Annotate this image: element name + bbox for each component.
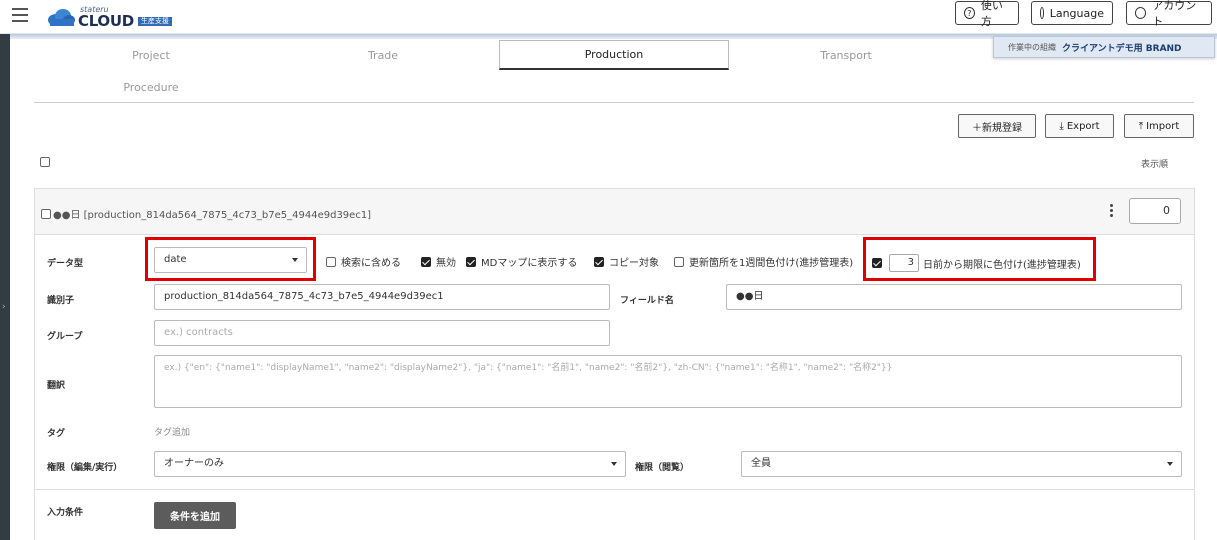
option-include-search[interactable]: 検索に含める: [326, 254, 401, 269]
chevron-right-icon[interactable]: ›: [2, 302, 6, 312]
include-search-label: 検索に含める: [341, 258, 401, 269]
import-button[interactable]: ⤒ Import: [1124, 114, 1194, 138]
logo-badge: 生産支援: [137, 16, 172, 26]
org-name: クライアントデモ用 BRAND: [1062, 43, 1182, 54]
logo-text: CLOUD: [78, 11, 134, 30]
account-label: アカウント: [1152, 0, 1197, 28]
sort-order-label: 表示順: [1141, 160, 1169, 170]
tab-production[interactable]: Production: [499, 40, 729, 70]
perm-view-value: 全員: [751, 458, 771, 469]
account-button[interactable]: アカウント: [1126, 0, 1212, 28]
current-organization: 作業中の組織 クライアントデモ用 BRAND: [993, 36, 1215, 58]
fieldname-input[interactable]: ●●日: [726, 284, 1182, 310]
export-label: Export: [1066, 120, 1100, 132]
tab-project[interactable]: Project: [36, 40, 266, 70]
tab-trade[interactable]: Trade: [268, 40, 498, 70]
highlight-updates-label: 更新箇所を1週間色付け(進捗管理表): [689, 258, 854, 269]
import-label: Import: [1146, 120, 1180, 132]
group-label: グループ: [47, 332, 83, 342]
datatype-label: データ型: [47, 259, 84, 269]
question-icon: ?: [964, 7, 975, 19]
identifier-input[interactable]: production_814da564_7875_4c73_b7e5_4944e…: [154, 284, 610, 310]
tab-procedure[interactable]: Procedure: [36, 72, 266, 102]
user-icon: [1135, 7, 1147, 19]
highlight-box-deadline: [863, 237, 1096, 281]
option-md-map[interactable]: MDマップに表示する: [466, 254, 577, 269]
perm-view-label: 権限（閲覧）: [635, 463, 690, 473]
tag-label: タグ: [47, 429, 66, 439]
caret-down-icon: [611, 462, 617, 466]
copy-target-checkbox[interactable]: [594, 256, 604, 267]
add-condition-button[interactable]: 条件を追加: [154, 502, 236, 529]
tab-divider: [34, 102, 1194, 103]
highlight-box-datatype: [145, 237, 316, 281]
disabled-label: 無効: [436, 258, 456, 269]
export-button[interactable]: ⤓ Export: [1045, 114, 1114, 138]
more-options-icon[interactable]: [1110, 204, 1114, 219]
download-icon: ⤓: [1059, 120, 1064, 132]
left-collapsed-sidebar[interactable]: ›: [0, 34, 10, 540]
field-select-checkbox[interactable]: [41, 208, 51, 219]
option-highlight-updates[interactable]: 更新箇所を1週間色付け(進捗管理表): [674, 254, 853, 269]
disabled-checkbox[interactable]: [421, 256, 431, 267]
menu-icon[interactable]: [12, 8, 28, 22]
org-prefix: 作業中の組織: [1008, 42, 1056, 52]
option-disabled[interactable]: 無効: [421, 254, 456, 269]
caret-down-icon: [1167, 462, 1173, 466]
option-copy-target[interactable]: コピー対象: [594, 254, 659, 269]
perm-edit-value: オーナーのみ: [164, 458, 224, 469]
section-divider: [35, 489, 1194, 490]
language-button[interactable]: Language: [1031, 1, 1113, 25]
field-title: ●●日 [production_814da564_7875_4c73_b7e5_…: [41, 206, 371, 221]
translation-textarea[interactable]: ex.) {"en": {"name1": "displayName1", "n…: [154, 355, 1182, 408]
language-label: Language: [1049, 6, 1104, 20]
select-all-checkbox[interactable]: [40, 157, 50, 167]
copy-target-label: コピー対象: [609, 258, 659, 269]
md-map-label: MDマップに表示する: [481, 258, 578, 269]
group-input[interactable]: ex.) contracts: [154, 320, 610, 346]
fieldname-label: フィールド名: [620, 296, 674, 306]
highlight-updates-checkbox[interactable]: [674, 256, 684, 267]
upload-icon: ⤒: [1138, 120, 1144, 132]
tab-transport[interactable]: Transport: [731, 40, 961, 70]
new-register-button[interactable]: ＋新規登録: [958, 114, 1036, 138]
perm-edit-label: 権限（編集/実行）: [47, 463, 123, 473]
globe-icon: [1040, 7, 1044, 19]
field-card-header: ●●日 [production_814da564_7875_4c73_b7e5_…: [35, 189, 1194, 235]
perm-edit-select[interactable]: オーナーのみ: [154, 451, 626, 477]
app-logo[interactable]: stateru CLOUD 生産支援: [46, 2, 172, 32]
perm-view-select[interactable]: 全員: [741, 451, 1182, 477]
field-title-text: ●●日 [production_814da564_7875_4c73_b7e5_…: [53, 210, 372, 221]
input-condition-label: 入力条件: [47, 508, 84, 518]
help-label: 使い方: [980, 0, 1003, 28]
add-tag-link[interactable]: タグ追加: [154, 425, 190, 438]
identifier-label: 識別子: [47, 296, 75, 306]
translation-label: 翻訳: [47, 381, 66, 391]
include-search-checkbox[interactable]: [326, 256, 336, 267]
cloud-logo-icon: [46, 8, 76, 26]
md-map-checkbox[interactable]: [466, 256, 476, 267]
app-header: stateru CLOUD 生産支援 ? 使い方 Language アカウント: [0, 0, 1217, 34]
help-button[interactable]: ? 使い方: [955, 0, 1019, 28]
order-input[interactable]: 0: [1129, 198, 1181, 224]
